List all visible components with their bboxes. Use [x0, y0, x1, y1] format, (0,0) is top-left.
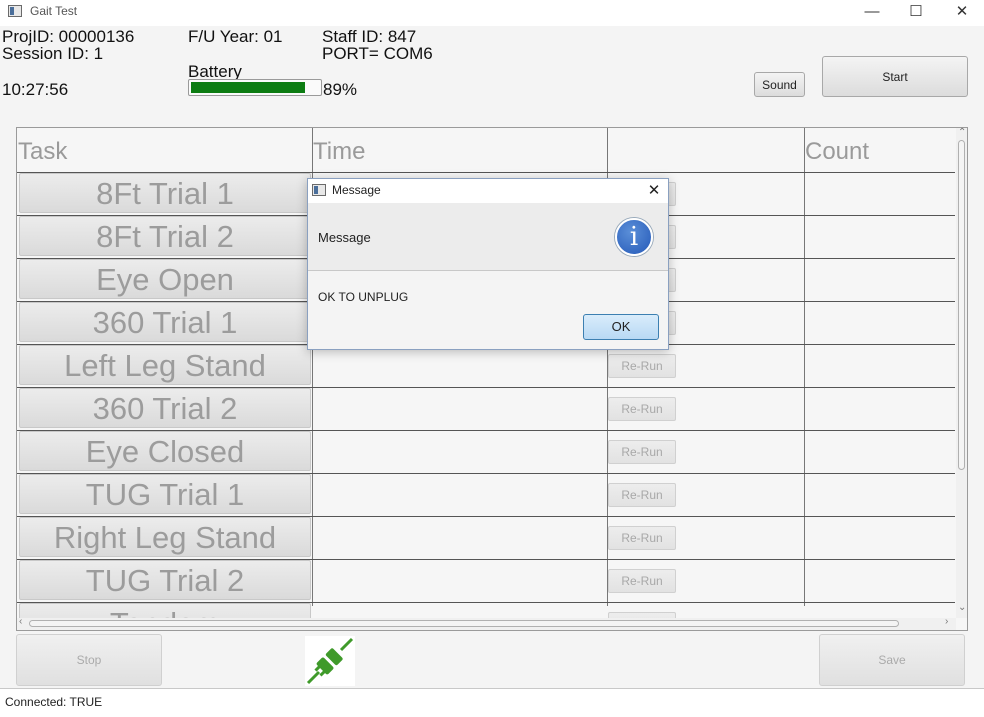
sound-button[interactable]: Sound	[754, 72, 805, 97]
vertical-scrollbar[interactable]: ⌃ ⌄	[956, 128, 967, 618]
dialog-title: Message	[332, 183, 381, 197]
info-icon: i	[615, 218, 653, 256]
task-button[interactable]: Left Leg Stand	[19, 345, 311, 385]
column-header-count: Count	[805, 138, 870, 165]
rerun-button[interactable]: Re-Run	[608, 569, 676, 593]
dialog-header-text: Message	[318, 230, 371, 245]
maximize-button[interactable]: ☐	[893, 0, 939, 24]
status-bar: Connected: TRUE	[0, 688, 984, 717]
stop-button[interactable]: Stop	[16, 634, 162, 686]
plug-icon	[305, 636, 355, 686]
rerun-button[interactable]: Re-Run	[608, 526, 676, 550]
task-button[interactable]: 8Ft Trial 1	[19, 173, 311, 213]
window-title: Gait Test	[30, 4, 78, 18]
dialog-close-button[interactable]: ✕	[642, 180, 666, 202]
message-dialog: Message ✕ Message i OK TO UNPLUG OK	[307, 178, 669, 350]
close-window-button[interactable]: ✕	[939, 0, 984, 24]
minimize-button[interactable]: —	[849, 0, 895, 24]
session-id: Session ID: 1	[2, 44, 104, 63]
title-bar: Gait Test — ☐ ✕	[0, 0, 984, 26]
rerun-button[interactable]: Re-Run	[608, 397, 676, 421]
rerun-button[interactable]: Re-Run	[608, 440, 676, 464]
task-button[interactable]: Eye Closed	[19, 431, 311, 471]
start-button[interactable]: Start	[822, 56, 968, 97]
vertical-scroll-thumb[interactable]	[958, 140, 965, 470]
dialog-title-bar: Message ✕	[308, 179, 668, 203]
app-icon	[8, 5, 22, 17]
column-header-time: Time	[313, 138, 366, 165]
task-button[interactable]: Right Leg Stand	[19, 517, 311, 557]
task-button[interactable]: Eye Open	[19, 259, 311, 299]
task-button[interactable]: TUG Trial 2	[19, 560, 311, 600]
task-button[interactable]: TUG Trial 1	[19, 474, 311, 514]
rerun-button[interactable]: Re-Run	[608, 483, 676, 507]
fu-year: F/U Year: 01	[188, 27, 283, 46]
dialog-content: OK TO UNPLUG	[318, 290, 409, 304]
save-button[interactable]: Save	[819, 634, 965, 686]
connection-status: Connected: TRUE	[5, 695, 103, 709]
task-button[interactable]: 8Ft Trial 2	[19, 216, 311, 256]
column-header-task: Task	[18, 138, 68, 165]
rerun-button[interactable]: Re-Run	[608, 354, 676, 378]
battery-progress	[188, 79, 322, 96]
horizontal-scrollbar[interactable]: ‹ ›	[17, 616, 956, 630]
ok-button[interactable]: OK	[583, 314, 659, 340]
dialog-app-icon	[312, 184, 326, 196]
battery-fill	[191, 82, 305, 93]
battery-percent: 89%	[323, 80, 358, 99]
task-button[interactable]: 360 Trial 1	[19, 302, 311, 342]
task-button[interactable]: 360 Trial 2	[19, 388, 311, 428]
dialog-header: Message i	[308, 203, 668, 271]
horizontal-scroll-thumb[interactable]	[29, 620, 899, 627]
clock-time: 10:27:56	[2, 80, 69, 99]
port-label: PORT= COM6	[322, 44, 433, 63]
